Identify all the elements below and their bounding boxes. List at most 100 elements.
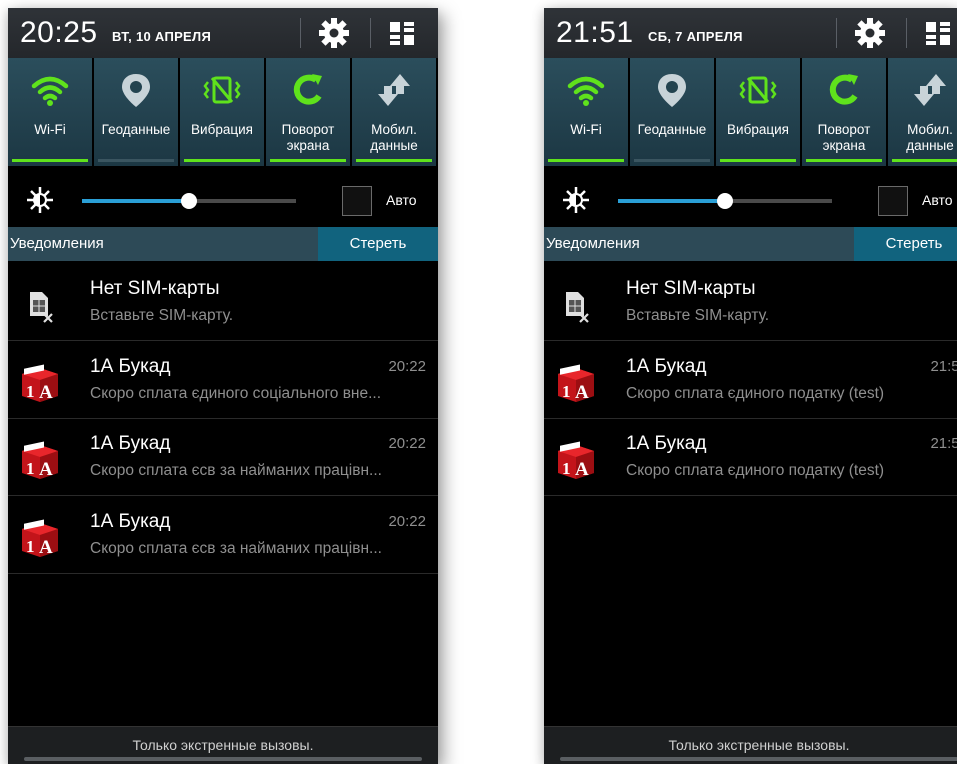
notification-text: Скоро сплата єдиного податку (test): [626, 462, 885, 479]
emergency-footer: Только экстренные вызовы.: [8, 726, 438, 764]
toggle-location[interactable]: Геоданные: [94, 58, 178, 166]
mobile-data-icon: [910, 70, 950, 110]
notification-title: Нет SIM-карты: [90, 278, 220, 299]
auto-brightness-checkbox[interactable]: [878, 186, 908, 216]
toggle-state-bar: [270, 159, 346, 162]
auto-brightness-label: Авто: [922, 192, 953, 208]
status-divider: [836, 18, 837, 48]
toggle-label: Вибрация: [727, 122, 789, 137]
toggle-location[interactable]: Геоданные: [630, 58, 714, 166]
brightness-slider-fill: [82, 199, 189, 203]
toggle-wifi[interactable]: Wi-Fi: [544, 58, 628, 166]
svg-text:A: A: [575, 382, 589, 403]
svg-text:1: 1: [26, 382, 35, 401]
clear-button[interactable]: Стереть: [318, 227, 438, 261]
notification-title: 1А Букад: [90, 356, 171, 377]
toggle-rotate[interactable]: Поворот экрана: [266, 58, 350, 166]
emergency-calls-text: Только экстренные вызовы.: [132, 737, 314, 753]
quick-toggles: Wi-Fi Геоданные Вибрация Поворот экрана: [544, 58, 957, 166]
status-date: СБ, 7 АПРЕЛЯ: [648, 29, 743, 44]
gear-icon[interactable]: [318, 17, 350, 49]
gear-icon[interactable]: [854, 17, 886, 49]
clear-button[interactable]: Стереть: [854, 227, 957, 261]
toggle-vibration[interactable]: Вибрация: [180, 58, 264, 166]
notification-item[interactable]: 1A 1А Букад Скоро сплата єдиного податку…: [544, 419, 957, 496]
drag-handle[interactable]: [24, 757, 422, 761]
toggle-rotate[interactable]: Поворот экрана: [802, 58, 886, 166]
notification-time: 20:22: [388, 513, 426, 530]
rotate-icon: [824, 70, 864, 110]
status-divider: [300, 18, 301, 48]
bukad-app-icon: 1A: [18, 519, 62, 559]
status-bar: 21:51 СБ, 7 АПРЕЛЯ: [544, 8, 957, 58]
notification-item[interactable]: 1A 1А Букад Скоро сплата єдиного податку…: [544, 342, 957, 419]
toggle-state-bar: [806, 159, 882, 162]
svg-text:1: 1: [562, 382, 571, 401]
toggle-state-bar: [98, 159, 174, 162]
brightness-row: Авто: [8, 172, 438, 228]
toggle-state-bar: [356, 159, 432, 162]
toggle-state-bar: [548, 159, 624, 162]
sim-icon: [554, 286, 598, 326]
notification-title: Нет SIM-карты: [626, 278, 756, 299]
toggle-mobile-data[interactable]: Мобил. данные: [888, 58, 957, 166]
toggle-label: Wi-Fi: [570, 122, 602, 137]
notification-title: 1А Букад: [626, 433, 707, 454]
toggle-state-bar: [720, 159, 796, 162]
auto-brightness-checkbox[interactable]: [342, 186, 372, 216]
svg-text:A: A: [39, 459, 53, 480]
toggle-label: Геоданные: [101, 122, 171, 137]
rotate-icon: [288, 70, 328, 110]
grid-icon[interactable]: [386, 17, 418, 49]
toggle-label: Wi-Fi: [34, 122, 66, 137]
toggle-state-bar: [892, 159, 957, 162]
emergency-footer: Только экстренные вызовы.: [544, 726, 957, 764]
notification-time: 20:22: [388, 435, 426, 452]
bukad-app-icon: 1A: [18, 441, 62, 481]
wifi-icon: [30, 70, 70, 110]
toggle-state-bar: [12, 159, 88, 162]
toggle-wifi[interactable]: Wi-Fi: [8, 58, 92, 166]
toggle-state-bar: [184, 159, 260, 162]
quick-toggles: Wi-Fi Геоданные Вибрация Поворот экрана: [8, 58, 438, 166]
brightness-icon: [562, 186, 590, 214]
mobile-data-icon: [374, 70, 414, 110]
brightness-slider-knob[interactable]: [717, 193, 733, 209]
brightness-slider-knob[interactable]: [181, 193, 197, 209]
bukad-app-icon: 1A: [554, 441, 598, 481]
status-divider: [906, 18, 907, 48]
bukad-app-icon: 1A: [554, 364, 598, 404]
notification-item[interactable]: 1A 1А Букад Скоро сплата єсв за найманих…: [8, 419, 438, 496]
notification-item[interactable]: 1A 1А Букад Скоро сплата єдиного соціаль…: [8, 342, 438, 419]
wifi-icon: [566, 70, 606, 110]
notification-text: Вставьте SIM-карту.: [626, 307, 770, 324]
toggle-mobile-data[interactable]: Мобил. данные: [352, 58, 436, 166]
toggle-state-bar: [634, 159, 710, 162]
notification-item[interactable]: Нет SIM-карты Вставьте SIM-карту.: [8, 264, 438, 341]
drag-handle[interactable]: [560, 757, 957, 761]
svg-text:1: 1: [26, 537, 35, 556]
notification-item[interactable]: Нет SIM-карты Вставьте SIM-карту.: [544, 264, 957, 341]
toggle-vibration[interactable]: Вибрация: [716, 58, 800, 166]
toggle-label: Поворот экрана: [817, 122, 871, 153]
toggle-label: Поворот экрана: [281, 122, 335, 153]
notifications-title: Уведомления: [10, 235, 104, 252]
notification-time: 20:22: [388, 358, 426, 375]
svg-text:A: A: [39, 537, 53, 558]
svg-text:A: A: [575, 459, 589, 480]
toggle-label: Мобил. данные: [906, 122, 954, 153]
brightness-slider[interactable]: [618, 193, 832, 209]
notification-title: 1А Букад: [90, 433, 171, 454]
vibration-icon: [202, 70, 242, 110]
brightness-slider-fill: [618, 199, 725, 203]
notifications-header: Уведомления Стереть: [544, 227, 957, 261]
notification-time: 21:51: [930, 435, 957, 452]
grid-icon[interactable]: [922, 17, 954, 49]
notification-text: Скоро сплата єдиного податку (test): [626, 385, 885, 402]
svg-text:1: 1: [26, 459, 35, 478]
svg-text:A: A: [39, 382, 53, 403]
brightness-slider[interactable]: [82, 193, 296, 209]
bukad-app-icon: 1A: [18, 364, 62, 404]
notification-item[interactable]: 1A 1А Букад Скоро сплата єсв за найманих…: [8, 497, 438, 574]
sim-icon: [18, 286, 62, 326]
